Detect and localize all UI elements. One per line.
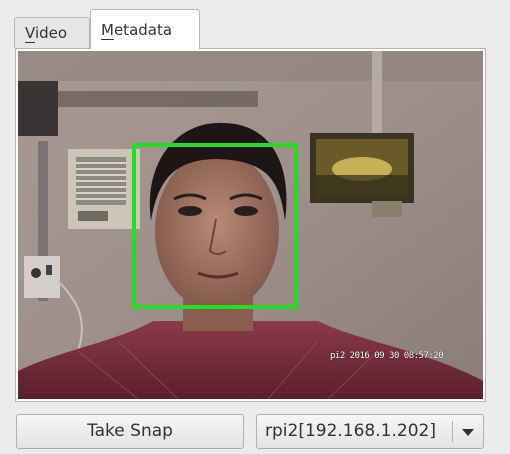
air-conditioner — [68, 149, 140, 229]
camera-select[interactable]: rpi2[192.168.1.202] — [256, 414, 484, 449]
tab-video-label: ideo — [34, 24, 68, 42]
tab-bar: Video Metadata — [12, 9, 492, 49]
camera-select-value: rpi2[192.168.1.202] — [265, 421, 436, 441]
video-timestamp: pi2 2016 09 30 08:57:20 — [330, 351, 444, 361]
tab-video-mnemonic: V — [25, 24, 35, 43]
tab-metadata[interactable]: Metadata — [90, 9, 200, 49]
camera-image — [18, 51, 483, 399]
left-fixture — [18, 81, 58, 136]
tab-video[interactable]: Video — [14, 17, 90, 48]
video-panel: pi2 2016 09 30 08:57:20 — [15, 48, 486, 402]
video-feed: pi2 2016 09 30 08:57:20 — [18, 51, 483, 399]
tab-metadata-mnemonic: M — [101, 21, 114, 40]
take-snap-button[interactable]: Take Snap — [16, 414, 244, 449]
face — [155, 151, 279, 311]
tab-metadata-label: etadata — [113, 21, 173, 39]
chevron-down-icon[interactable] — [462, 429, 474, 436]
camera-select-separator — [452, 421, 453, 442]
